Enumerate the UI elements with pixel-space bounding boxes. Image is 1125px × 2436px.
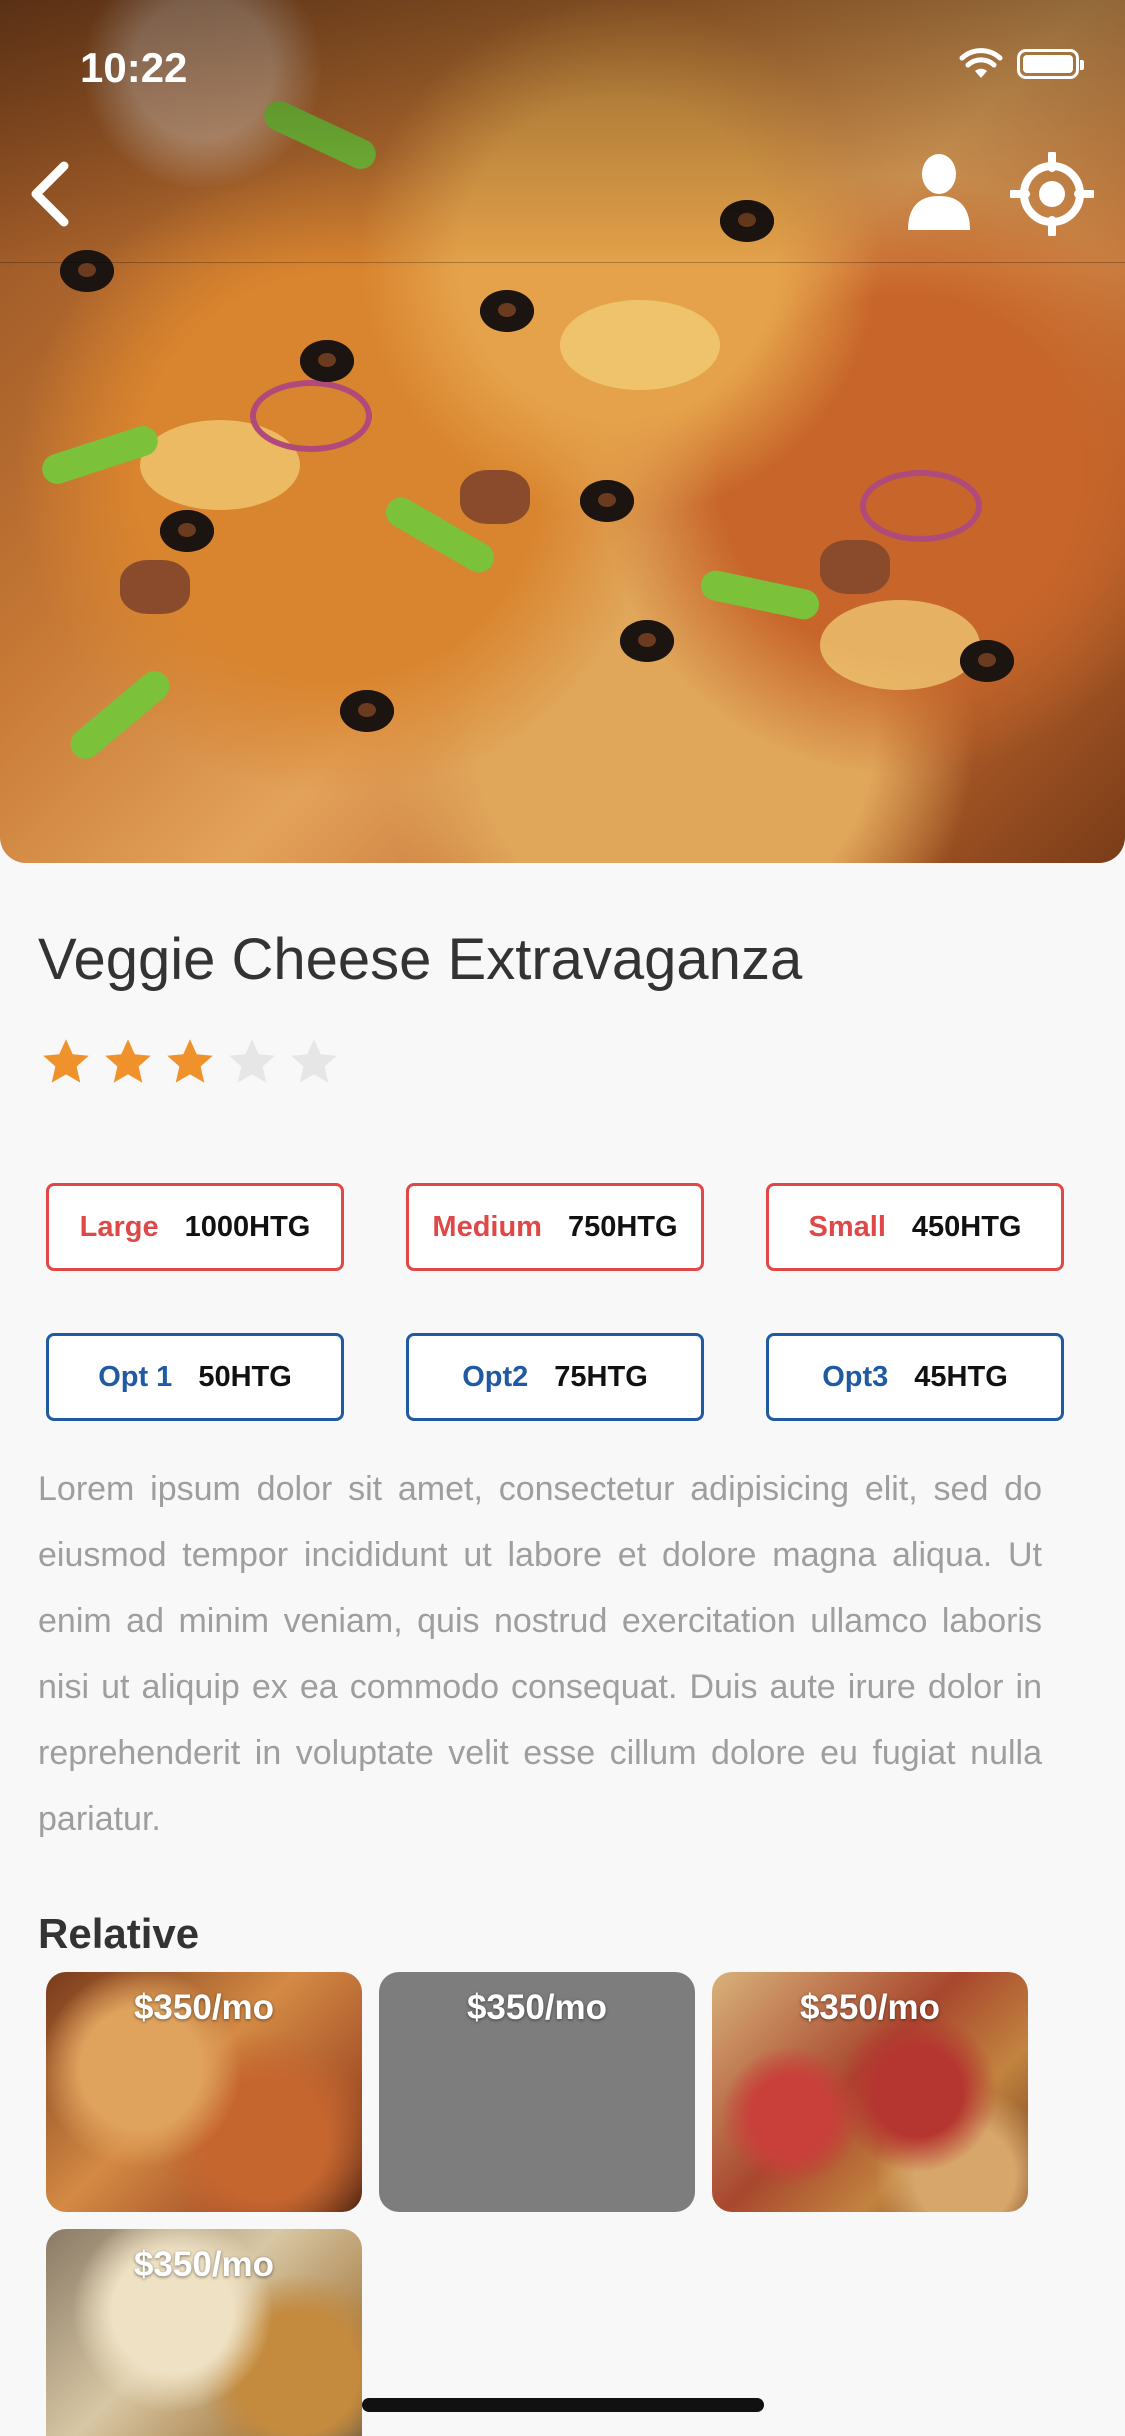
related-section-title: Relative: [38, 1910, 200, 1957]
crosshair-icon: [1008, 150, 1096, 238]
hero-image: [0, 0, 1125, 863]
product-description: Lorem ipsum dolor sit amet, consectetur …: [38, 1470, 1042, 1838]
related-item-price: $350/mo: [799, 1988, 941, 2027]
option-price: 75HTG: [554, 1360, 648, 1393]
star-icon: [291, 1039, 337, 1083]
onion-decoration: [860, 470, 982, 542]
related-item-card[interactable]: $350/mo: [46, 1972, 362, 2212]
star-icon: [105, 1039, 151, 1083]
option-chip-1[interactable]: Opt 1 50HTG: [46, 1333, 344, 1421]
sausage-decoration: [820, 540, 890, 594]
sausage-decoration: [460, 470, 530, 524]
chevron-left-icon: [31, 161, 69, 227]
olive-decoration: [960, 640, 1014, 682]
profile-button[interactable]: [904, 152, 974, 232]
related-item-card[interactable]: $350/mo: [379, 1972, 695, 2212]
size-chip-medium[interactable]: Medium 750HTG: [406, 1183, 704, 1271]
olive-decoration: [340, 690, 394, 732]
option-name: Opt2: [462, 1360, 529, 1393]
option-chip-2[interactable]: Opt2 75HTG: [406, 1333, 704, 1421]
related-item-card[interactable]: $350/mo: [712, 1972, 1028, 2212]
star-icon: [43, 1039, 89, 1083]
cheese-decoration: [560, 300, 720, 390]
related-item-price: $350/mo: [133, 1988, 275, 2027]
size-chip-large[interactable]: Large 1000HTG: [46, 1183, 344, 1271]
rating-stars: [40, 1036, 340, 1088]
nav-divider: [0, 262, 1125, 263]
battery-icon: [1017, 49, 1084, 79]
pepper-decoration: [698, 567, 822, 623]
user-icon: [908, 154, 970, 230]
sausage-decoration: [120, 560, 190, 614]
size-name: Medium: [432, 1210, 542, 1243]
related-item-price: $350/mo: [466, 1988, 608, 2027]
onion-decoration: [250, 380, 372, 452]
star-icon: [167, 1039, 213, 1083]
option-price: 45HTG: [914, 1360, 1008, 1393]
olive-decoration: [480, 290, 534, 332]
home-indicator: [362, 2398, 764, 2412]
option-chip-3[interactable]: Opt3 45HTG: [766, 1333, 1064, 1421]
option-name: Opt 1: [98, 1360, 173, 1393]
star-icon: [229, 1039, 275, 1083]
locate-button[interactable]: [1008, 150, 1096, 238]
product-title: Veggie Cheese Extravaganza: [38, 927, 803, 992]
size-chip-small[interactable]: Small 450HTG: [766, 1183, 1064, 1271]
back-button[interactable]: [22, 158, 82, 228]
option-name: Opt3: [822, 1360, 889, 1393]
status-icons: [959, 48, 1084, 80]
option-price: 50HTG: [198, 1360, 292, 1393]
size-price: 750HTG: [567, 1210, 678, 1243]
size-name: Large: [79, 1210, 159, 1243]
wifi-icon: [959, 48, 1003, 78]
olive-decoration: [160, 510, 214, 552]
related-item-card[interactable]: $350/mo: [46, 2229, 362, 2436]
olive-decoration: [300, 340, 354, 382]
olive-decoration: [580, 480, 634, 522]
size-price: 450HTG: [911, 1210, 1022, 1243]
related-item-price: $350/mo: [133, 2245, 275, 2284]
cheese-decoration: [820, 600, 980, 690]
olive-decoration: [620, 620, 674, 662]
size-price: 1000HTG: [184, 1210, 311, 1243]
status-time: 10:22: [80, 44, 188, 91]
size-name: Small: [808, 1210, 886, 1243]
pepper-decoration: [64, 664, 176, 766]
